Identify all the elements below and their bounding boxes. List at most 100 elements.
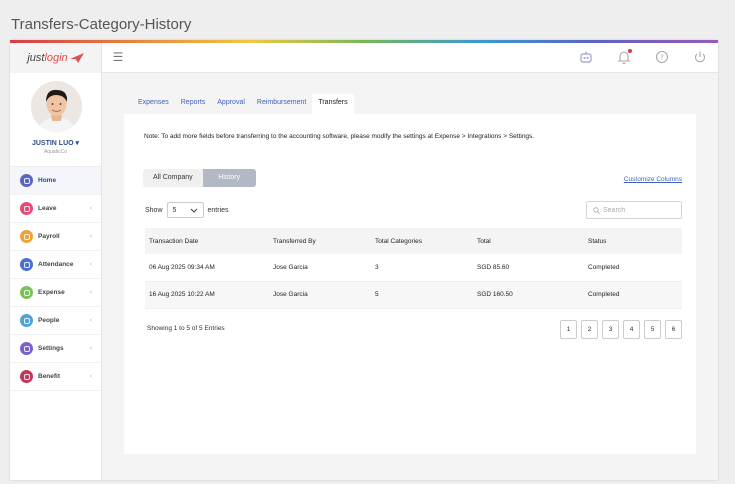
history-button[interactable]: History bbox=[202, 169, 256, 187]
entries-value: 5 bbox=[172, 206, 177, 214]
page-button[interactable]: 2 bbox=[581, 320, 598, 339]
cell-status: Completed bbox=[584, 281, 682, 309]
svg-text:?: ? bbox=[660, 54, 664, 62]
sidebar-item-label: Benefit bbox=[38, 373, 61, 380]
main-content: Expenses Reports Approval Reimbursement Tran… bbox=[102, 73, 718, 480]
sidebar-item-label: Payroll bbox=[38, 233, 60, 240]
paper-plane-icon bbox=[69, 53, 84, 63]
pagination: 123456 bbox=[560, 320, 682, 339]
notification-dot bbox=[628, 49, 632, 53]
entries-label: entries bbox=[207, 206, 229, 214]
user-name[interactable]: JUSTIN LUO ▾ bbox=[10, 139, 101, 147]
search-box[interactable] bbox=[586, 201, 682, 219]
sidebar-nav: Home Leave ‹ Payroll ‹ Attendance ‹ Expense ‹ Peo… bbox=[10, 167, 101, 391]
page-button[interactable]: 4 bbox=[623, 320, 640, 339]
benefit-icon bbox=[20, 370, 33, 383]
note-text: Note: To add more fields before transfer… bbox=[144, 133, 535, 140]
customize-columns-link[interactable]: Customize Columns bbox=[624, 176, 682, 183]
settings-icon bbox=[20, 342, 33, 355]
home-icon bbox=[20, 174, 33, 187]
attendance-icon bbox=[20, 258, 33, 271]
page-button[interactable]: 6 bbox=[665, 320, 682, 339]
cell-total: SGD 85.60 bbox=[473, 254, 584, 282]
header-total-categories[interactable]: Total Categories bbox=[371, 228, 473, 254]
leave-icon bbox=[20, 202, 33, 215]
table-row[interactable]: 16 Aug 2025 10:22 AM Jose Garcia 5 SGD 1… bbox=[145, 281, 682, 309]
tab-expenses[interactable]: Expenses bbox=[132, 94, 175, 114]
header-transaction-date[interactable]: Transaction Date bbox=[145, 228, 269, 254]
top-bar: justlogin ☰ ? bbox=[10, 43, 718, 73]
page-button[interactable]: 1 bbox=[560, 320, 577, 339]
cell-total-categories: 3 bbox=[371, 254, 473, 282]
tab-bar: Expenses Reports Approval Reimbursement Tran… bbox=[132, 94, 354, 114]
payroll-icon bbox=[20, 230, 33, 243]
chevron-left-icon: ‹ bbox=[89, 345, 92, 352]
transfers-table: Transaction Date Transferred By Total Ca… bbox=[145, 228, 682, 309]
power-icon[interactable] bbox=[692, 49, 708, 65]
sidebar-item-settings[interactable]: Settings ‹ bbox=[10, 335, 101, 363]
cell-transferred-by: Jose Garcia bbox=[269, 254, 371, 282]
page-button[interactable]: 5 bbox=[644, 320, 661, 339]
search-icon bbox=[593, 206, 600, 214]
expense-icon bbox=[20, 286, 33, 299]
cell-total: SGD 160.50 bbox=[473, 281, 584, 309]
chevron-left-icon: ‹ bbox=[89, 317, 92, 324]
all-company-button[interactable]: All Company bbox=[143, 169, 203, 187]
sidebar: JUSTIN LUO ▾ AquaticCo Home Leave ‹ Payroll… bbox=[10, 73, 102, 480]
tab-transfers[interactable]: Transfers bbox=[312, 94, 354, 114]
table-row[interactable]: 06 Aug 2025 09:34 AM Jose Garcia 3 SGD 8… bbox=[145, 254, 682, 282]
user-company: AquaticCo bbox=[43, 149, 68, 155]
header-total[interactable]: Total bbox=[473, 228, 584, 254]
sidebar-item-people[interactable]: People ‹ bbox=[10, 307, 101, 335]
sidebar-item-attendance[interactable]: Attendance ‹ bbox=[10, 251, 101, 279]
sidebar-item-label: Expense bbox=[38, 289, 65, 296]
tab-approval[interactable]: Approval bbox=[211, 94, 251, 114]
sidebar-item-label: Settings bbox=[38, 345, 64, 352]
cell-transferred-by: Jose Garcia bbox=[269, 281, 371, 309]
entries-summary: Showing 1 to 5 of 5 Entries bbox=[147, 325, 225, 332]
sidebar-item-expense[interactable]: Expense ‹ bbox=[10, 279, 101, 307]
header-status[interactable]: Status bbox=[584, 228, 682, 254]
sidebar-item-label: Attendance bbox=[38, 261, 74, 268]
sidebar-item-benefit[interactable]: Benefit ‹ bbox=[10, 363, 101, 391]
view-toggle: All Company History bbox=[143, 169, 256, 187]
sidebar-item-home[interactable]: Home bbox=[10, 167, 101, 195]
avatar bbox=[31, 81, 82, 132]
tab-reimbursement[interactable]: Reimbursement bbox=[251, 94, 312, 114]
chevron-left-icon: ‹ bbox=[89, 373, 92, 380]
transfers-panel: Note: To add more fields before transfer… bbox=[124, 114, 696, 454]
sidebar-item-label: People bbox=[38, 317, 60, 324]
people-icon bbox=[20, 314, 33, 327]
sidebar-item-label: Leave bbox=[38, 205, 57, 212]
logo-text: justlogin bbox=[27, 52, 68, 64]
page-title: Transfers-Category-History bbox=[11, 16, 192, 33]
table-header-row: Transaction Date Transferred By Total Ca… bbox=[145, 228, 682, 254]
tab-reports[interactable]: Reports bbox=[175, 94, 212, 114]
chevron-left-icon: ‹ bbox=[89, 233, 92, 240]
cell-status: Completed bbox=[584, 254, 682, 282]
chevron-left-icon: ‹ bbox=[89, 289, 92, 296]
logo[interactable]: justlogin bbox=[10, 43, 102, 73]
show-label: Show bbox=[145, 206, 163, 214]
sidebar-item-leave[interactable]: Leave ‹ bbox=[10, 195, 101, 223]
entries-select[interactable]: 5 bbox=[166, 202, 204, 218]
help-icon[interactable]: ? bbox=[654, 49, 670, 65]
cell-total-categories: 5 bbox=[371, 281, 473, 309]
top-icons: ? bbox=[578, 49, 708, 65]
search-input[interactable] bbox=[603, 206, 681, 214]
robot-icon[interactable] bbox=[578, 49, 594, 65]
bell-icon[interactable] bbox=[616, 49, 632, 65]
entries-control: Show 5 entries bbox=[145, 202, 229, 218]
chevron-down-icon bbox=[190, 208, 197, 213]
sidebar-item-label: Home bbox=[38, 177, 57, 184]
app-window: justlogin ☰ ? JUSTIN LUO ▾ AquaticCo Hom… bbox=[10, 40, 718, 480]
cell-transaction-date: 16 Aug 2025 10:22 AM bbox=[145, 281, 269, 309]
menu-icon[interactable]: ☰ bbox=[111, 50, 125, 64]
chevron-left-icon: ‹ bbox=[89, 261, 92, 268]
user-profile[interactable]: JUSTIN LUO ▾ AquaticCo bbox=[10, 73, 101, 167]
sidebar-item-payroll[interactable]: Payroll ‹ bbox=[10, 223, 101, 251]
page-button[interactable]: 3 bbox=[602, 320, 619, 339]
cell-transaction-date: 06 Aug 2025 09:34 AM bbox=[145, 254, 269, 282]
chevron-left-icon: ‹ bbox=[89, 205, 92, 212]
header-transferred-by[interactable]: Transferred By bbox=[269, 228, 371, 254]
